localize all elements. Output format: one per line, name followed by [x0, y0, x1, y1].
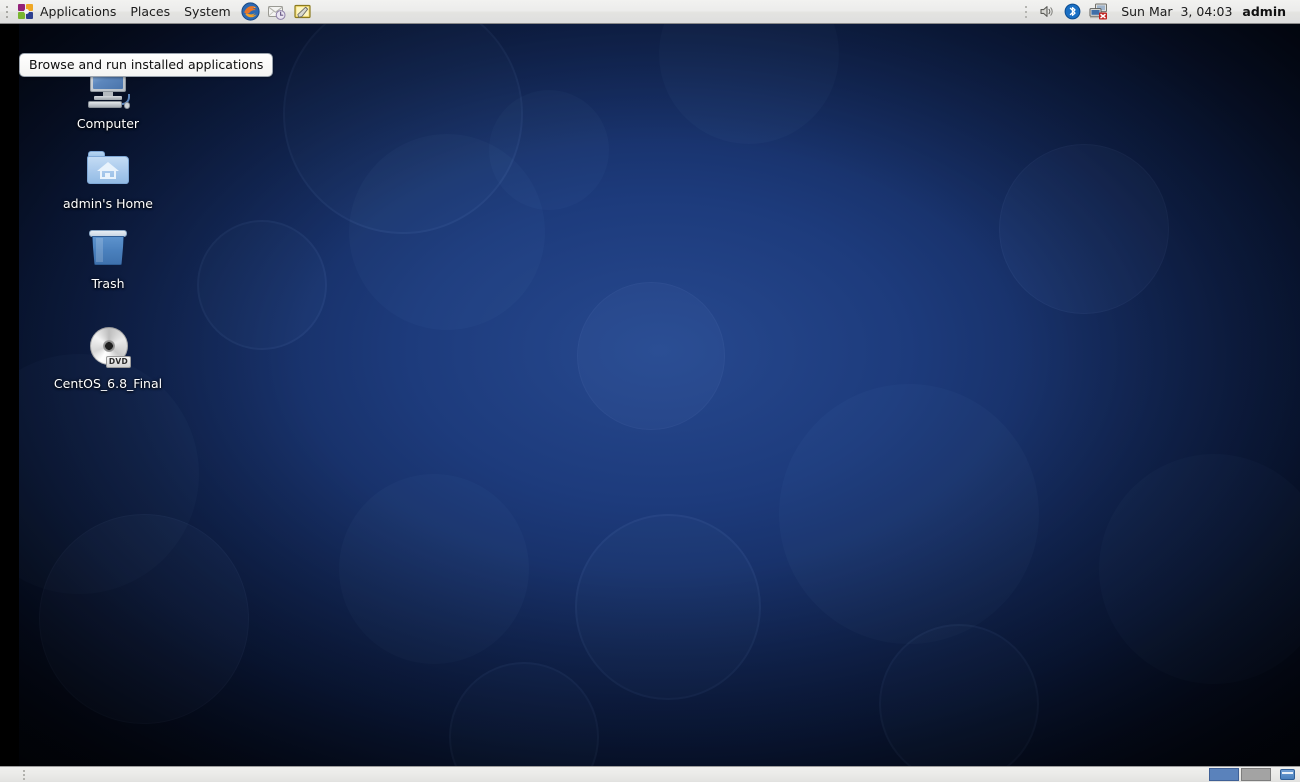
- volume-icon[interactable]: [1033, 0, 1059, 24]
- clock[interactable]: Sun Mar 3, 04:03: [1111, 0, 1240, 24]
- menu-places-label: Places: [130, 4, 171, 19]
- menu-applications-label: Applications: [40, 4, 117, 19]
- workspace-switcher[interactable]: [1209, 768, 1271, 782]
- firefox-launcher-icon[interactable]: [239, 0, 263, 24]
- menu-system-label: System: [184, 4, 231, 19]
- bluetooth-icon[interactable]: [1059, 0, 1085, 24]
- workspace-2[interactable]: [1241, 768, 1271, 781]
- bottom-panel-drag-handle[interactable]: [20, 769, 27, 781]
- envelope-clock-icon: [268, 6, 286, 20]
- desktop-icon-trash[interactable]: Trash: [53, 224, 163, 291]
- tooltip: Browse and run installed applications: [19, 53, 274, 77]
- firefox-icon: [241, 2, 260, 21]
- desktop-wallpaper: [19, 24, 1300, 766]
- system-tray: Sun Mar 3, 04:03 admin: [1023, 0, 1300, 24]
- menu-applications[interactable]: Applications: [12, 0, 123, 24]
- evolution-mail-launcher-icon[interactable]: [265, 0, 289, 24]
- tray-drag-handle[interactable]: [1023, 4, 1029, 20]
- window-list[interactable]: [29, 767, 1209, 782]
- desktop-icon-label: admin's Home: [62, 196, 153, 211]
- panel-menu-bar: Applications Places System: [12, 0, 238, 24]
- panel-drag-handle[interactable]: [3, 3, 10, 21]
- desktop-screen: Computer admin's Home Trash DVD CentOS_6…: [0, 0, 1300, 782]
- desktop-icon-label: CentOS_6.8_Final: [53, 376, 163, 391]
- bluetooth-glyph-icon: [1064, 3, 1081, 20]
- two-monitors-error-icon: [1089, 3, 1107, 20]
- text-editor-launcher-icon[interactable]: [291, 0, 315, 24]
- bottom-panel: [0, 766, 1300, 782]
- dvd-badge-label: DVD: [105, 356, 131, 368]
- desktop-icon-dvd[interactable]: DVD CentOS_6.8_Final: [53, 324, 163, 391]
- network-disconnected-icon[interactable]: [1085, 0, 1111, 24]
- desktop-icon-label: Trash: [91, 276, 125, 291]
- desktop-icon-home[interactable]: admin's Home: [53, 144, 163, 211]
- menu-places[interactable]: Places: [123, 0, 177, 24]
- notepad-pencil-icon: [294, 4, 311, 19]
- menu-system[interactable]: System: [177, 0, 238, 24]
- desktop-icon-label: Computer: [76, 116, 140, 131]
- wallpaper-bubbles: [19, 24, 1300, 766]
- workspace-1[interactable]: [1209, 768, 1239, 781]
- dvd-disc-icon: DVD: [84, 324, 132, 372]
- centos-logo-icon: [17, 3, 35, 21]
- home-folder-icon: [84, 144, 132, 192]
- top-panel: Applications Places System Sun Mar 3, 04…: [0, 0, 1300, 24]
- desktop-area[interactable]: Computer admin's Home Trash DVD CentOS_6…: [0, 24, 1300, 766]
- speaker-icon: [1040, 6, 1053, 17]
- user-menu[interactable]: admin: [1240, 0, 1294, 24]
- trash-icon: [84, 224, 132, 272]
- trash-applet-icon[interactable]: [1277, 767, 1297, 782]
